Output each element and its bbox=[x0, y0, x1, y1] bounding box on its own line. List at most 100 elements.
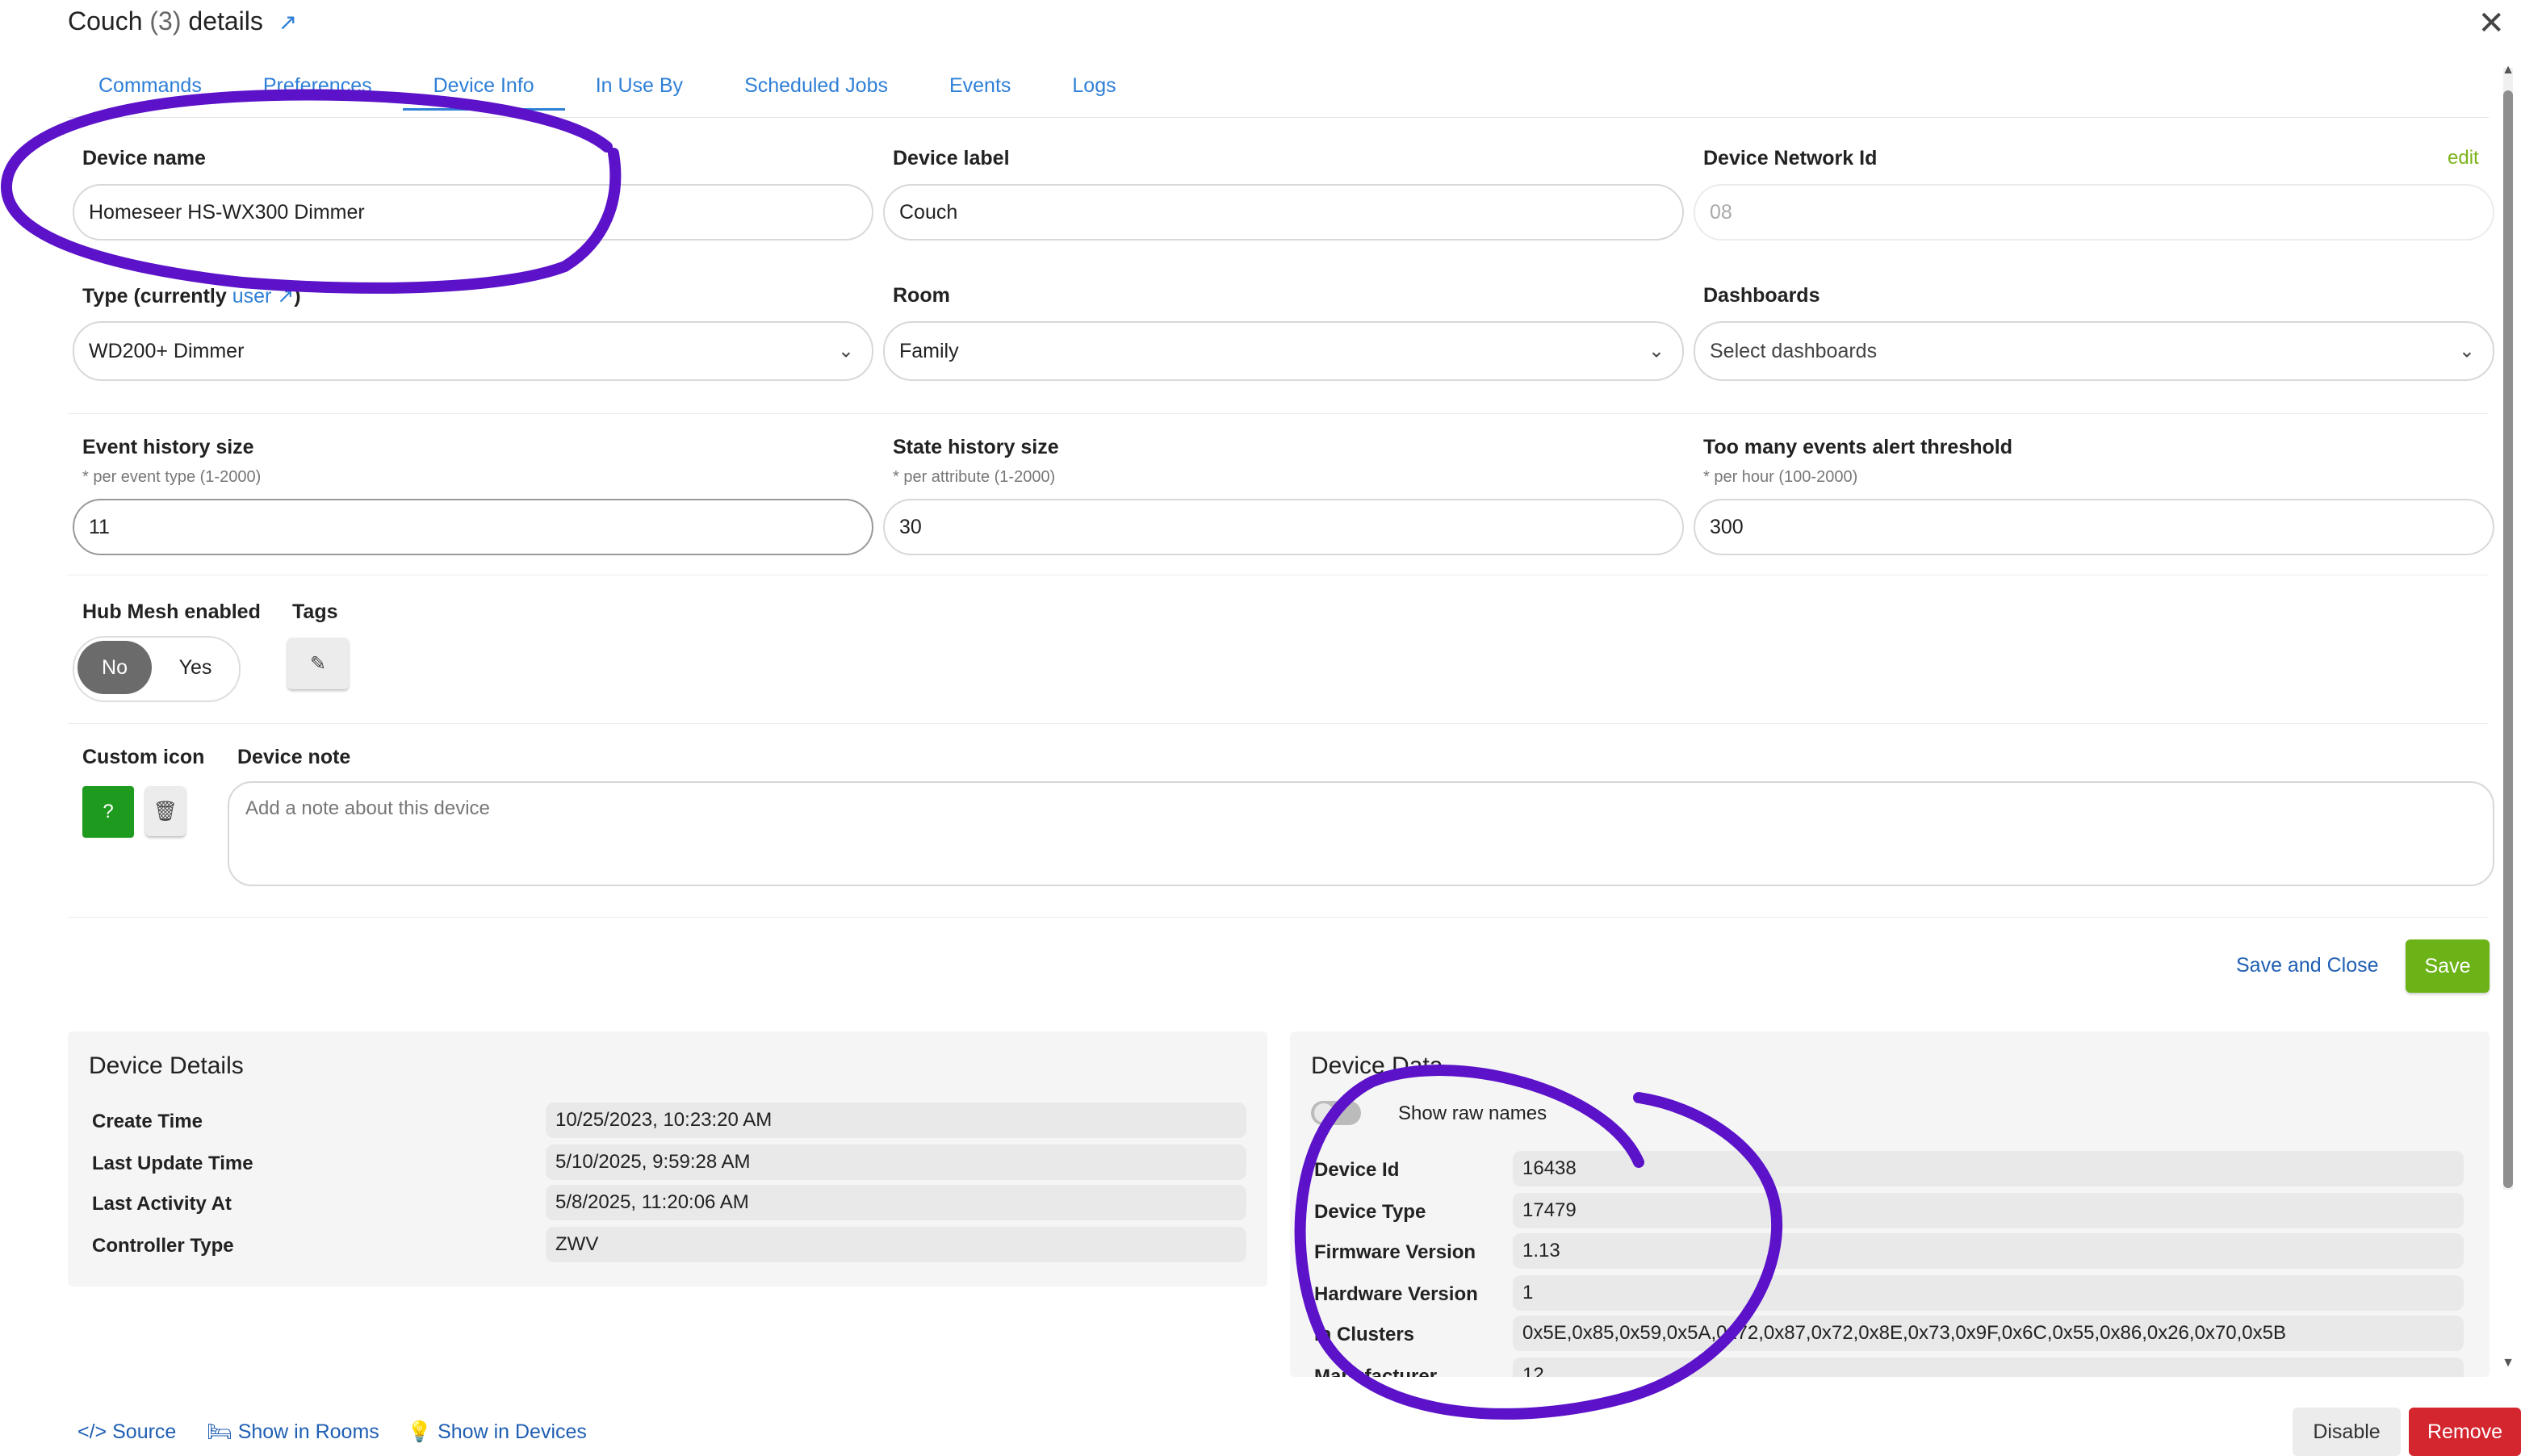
device-note-label: Device note bbox=[237, 746, 351, 768]
hardware-version-label: Hardware Version bbox=[1314, 1283, 1478, 1305]
custom-icon-label: Custom icon bbox=[82, 746, 205, 768]
hardware-version-value: 1 bbox=[1513, 1275, 2464, 1311]
type-user-link[interactable]: user bbox=[232, 285, 272, 308]
hub-mesh-label: Hub Mesh enabled bbox=[82, 600, 261, 623]
manufacturer-label: Manufacturer bbox=[1314, 1366, 1438, 1377]
controller-type-label: Controller Type bbox=[92, 1235, 234, 1257]
dashboards-select[interactable]: Select dashboards ⌄ bbox=[1694, 321, 2494, 381]
remove-button[interactable]: Remove bbox=[2409, 1408, 2521, 1456]
last-activity-value: 5/8/2025, 11:20:06 AM bbox=[546, 1185, 1246, 1220]
section-divider bbox=[68, 723, 2489, 724]
section-divider bbox=[68, 917, 2489, 918]
hub-mesh-no-option[interactable]: No bbox=[77, 641, 152, 694]
bed-icon: 🛏 bbox=[207, 1420, 232, 1443]
disable-button[interactable]: Disable bbox=[2293, 1408, 2401, 1456]
last-update-value: 5/10/2025, 9:59:28 AM bbox=[546, 1144, 1246, 1180]
device-name-label: Device name bbox=[82, 147, 206, 169]
external-link-icon[interactable]: ↗ bbox=[277, 285, 294, 308]
dashboards-label: Dashboards bbox=[1703, 284, 1820, 307]
delete-icon-button[interactable]: 🗑 bbox=[145, 786, 186, 836]
hub-mesh-toggle[interactable]: No Yes bbox=[73, 636, 241, 702]
device-data-title: Device Data bbox=[1311, 1052, 1443, 1079]
edit-icon: ✎ bbox=[309, 652, 327, 675]
external-link-icon[interactable]: ↗ bbox=[278, 10, 297, 35]
scrollbar-thumb[interactable] bbox=[2503, 90, 2513, 1188]
type-select[interactable]: WD200+ Dimmer ⌄ bbox=[73, 321, 873, 381]
last-activity-label: Last Activity At bbox=[92, 1193, 232, 1215]
network-id-edit-link[interactable]: edit bbox=[2448, 147, 2479, 169]
create-time-value: 10/25/2023, 10:23:20 AM bbox=[546, 1102, 1246, 1138]
firmware-version-label: Firmware Version bbox=[1314, 1241, 1476, 1263]
device-label-input[interactable]: Couch bbox=[883, 184, 1684, 241]
event-history-input[interactable]: 11 bbox=[73, 499, 873, 555]
edit-tags-button[interactable]: ✎ bbox=[287, 638, 349, 689]
close-icon[interactable]: ✕ bbox=[2477, 5, 2505, 42]
tab-device-info[interactable]: Device Info bbox=[402, 74, 565, 111]
tags-label: Tags bbox=[292, 600, 338, 623]
event-history-hint: * per event type (1-2000) bbox=[82, 468, 262, 486]
scroll-up-icon[interactable]: ▲ bbox=[2502, 63, 2515, 77]
tab-preferences[interactable]: Preferences bbox=[263, 74, 372, 98]
network-id-label: Device Network Id bbox=[1703, 147, 1878, 169]
too-many-events-label: Too many events alert threshold bbox=[1703, 436, 2012, 458]
trash-icon: 🗑 bbox=[153, 800, 178, 822]
type-select-value: WD200+ Dimmer bbox=[89, 339, 245, 362]
device-label-label: Device label bbox=[893, 147, 1010, 169]
tabs-divider bbox=[68, 117, 2489, 118]
chevron-down-icon: ⌄ bbox=[837, 340, 854, 362]
scroll-down-icon[interactable]: ▼ bbox=[2502, 1356, 2515, 1370]
device-note-textarea[interactable]: Add a note about this device bbox=[228, 781, 2494, 886]
dashboards-placeholder: Select dashboards bbox=[1710, 339, 1878, 362]
chevron-down-icon: ⌄ bbox=[2458, 340, 2475, 362]
raw-names-label: Show raw names bbox=[1398, 1102, 1547, 1124]
save-and-close-button[interactable]: Save and Close bbox=[2236, 954, 2379, 977]
title-device-label: Couch bbox=[68, 6, 143, 36]
title-suffix: details bbox=[188, 6, 263, 36]
section-divider bbox=[68, 413, 2489, 414]
tab-logs[interactable]: Logs bbox=[1072, 74, 1116, 98]
network-id-input[interactable]: 08 bbox=[1694, 184, 2494, 241]
type-label: Type (currently user ↗) bbox=[82, 284, 301, 308]
tab-scheduled-jobs[interactable]: Scheduled Jobs bbox=[744, 74, 888, 98]
show-in-devices-label: Show in Devices bbox=[438, 1420, 587, 1443]
device-id-value: 16438 bbox=[1513, 1151, 2464, 1186]
event-history-label: Event history size bbox=[82, 436, 254, 458]
firmware-version-value: 1.13 bbox=[1513, 1233, 2464, 1269]
device-type-value: 17479 bbox=[1513, 1193, 2464, 1228]
raw-names-switch[interactable] bbox=[1311, 1101, 1361, 1125]
device-details-panel: Device Details Create Time 10/25/2023, 1… bbox=[68, 1031, 1267, 1287]
dialog-title: Couch (3) details ↗ bbox=[68, 6, 297, 36]
show-in-devices-link[interactable]: 💡 Show in Devices bbox=[407, 1420, 587, 1444]
hub-mesh-yes-option[interactable]: Yes bbox=[158, 641, 232, 694]
state-history-hint: * per attribute (1-2000) bbox=[893, 468, 1056, 486]
tab-in-use-by[interactable]: In Use By bbox=[596, 74, 683, 98]
state-history-label: State history size bbox=[893, 436, 1059, 458]
in-clusters-label: In Clusters bbox=[1314, 1324, 1415, 1345]
source-label: Source bbox=[112, 1420, 177, 1443]
tab-events[interactable]: Events bbox=[949, 74, 1011, 98]
tab-commands[interactable]: Commands bbox=[98, 74, 202, 98]
save-button[interactable]: Save bbox=[2406, 939, 2490, 993]
last-update-label: Last Update Time bbox=[92, 1153, 253, 1174]
type-label-close: ) bbox=[294, 285, 301, 308]
show-in-rooms-label: Show in Rooms bbox=[237, 1420, 379, 1443]
type-label-text: Type (currently bbox=[82, 285, 227, 308]
chevron-down-icon: ⌄ bbox=[1648, 340, 1665, 362]
state-history-input[interactable]: 30 bbox=[883, 499, 1684, 555]
show-in-rooms-link[interactable]: 🛏 Show in Rooms bbox=[207, 1420, 379, 1444]
device-data-panel: Device Data Show raw names Device Id 164… bbox=[1290, 1031, 2490, 1377]
room-select[interactable]: Family ⌄ bbox=[883, 321, 1684, 381]
device-type-label: Device Type bbox=[1314, 1201, 1426, 1223]
lightbulb-icon: 💡 bbox=[407, 1420, 433, 1443]
too-many-events-input[interactable]: 300 bbox=[1694, 499, 2494, 555]
device-name-input[interactable]: Homeseer HS-WX300 Dimmer bbox=[73, 184, 873, 241]
room-label: Room bbox=[893, 284, 950, 307]
tab-bar: Commands Preferences Device Info In Use … bbox=[98, 74, 1178, 111]
source-link[interactable]: </> Source bbox=[77, 1420, 176, 1444]
code-icon: </> bbox=[77, 1420, 107, 1443]
too-many-events-hint: * per hour (100-2000) bbox=[1703, 468, 1858, 486]
create-time-label: Create Time bbox=[92, 1111, 203, 1132]
custom-icon-preview[interactable]: ? bbox=[82, 786, 134, 838]
title-count: (3) bbox=[149, 6, 182, 36]
room-select-value: Family bbox=[899, 339, 959, 362]
